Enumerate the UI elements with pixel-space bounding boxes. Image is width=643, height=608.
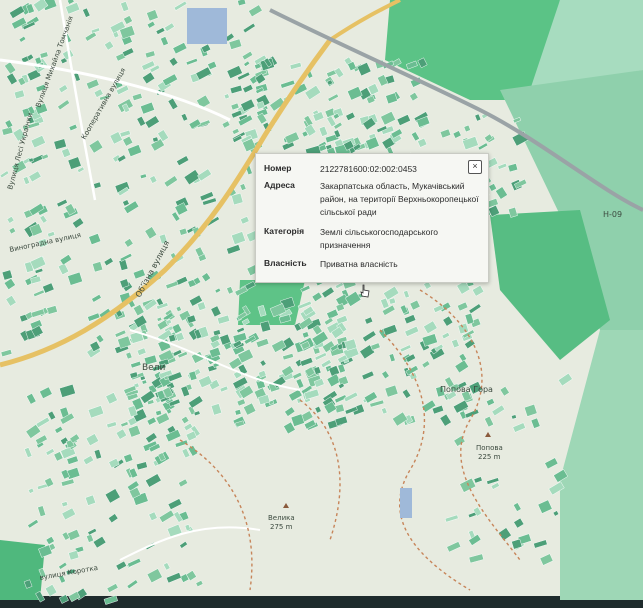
field-label: Адреса — [264, 180, 295, 190]
popova-peak-label: Попова — [476, 444, 503, 452]
velyka-peak-label: Велика — [268, 514, 295, 522]
road-h09-label: Н-09 — [603, 210, 622, 219]
velyka-elev-label: 275 m — [270, 523, 293, 531]
water-body — [400, 488, 412, 518]
village-label: Вели — [142, 363, 165, 373]
parcel-info-popup: × Номер 2122781600:02:002:0453 Адреса За… — [255, 153, 489, 283]
field-value: Закарпатська область, Мукачівський район… — [320, 181, 479, 217]
field-value: 2122781600:02:002:0453 — [320, 164, 417, 174]
map-screen[interactable]: Н-09 Обʼїзна вулиця Вулиця Лесі Українки… — [0, 0, 643, 608]
field-label: Власність — [264, 258, 307, 268]
hand-cursor-icon — [360, 284, 370, 298]
cadastral-map[interactable]: Н-09 Обʼїзна вулиця Вулиця Лесі Українки… — [0, 0, 643, 608]
field-value: Землі сільськогосподарського призначення — [320, 227, 438, 250]
field-label: Номер — [264, 163, 292, 173]
field-value: Приватна власність — [320, 259, 398, 269]
screen-bezel — [0, 596, 643, 608]
popova-gora-label: Попова Гора — [440, 385, 493, 394]
field-label: Категорія — [264, 226, 305, 236]
popova-elev-label: 225 m — [478, 453, 501, 461]
water-body — [187, 8, 227, 44]
